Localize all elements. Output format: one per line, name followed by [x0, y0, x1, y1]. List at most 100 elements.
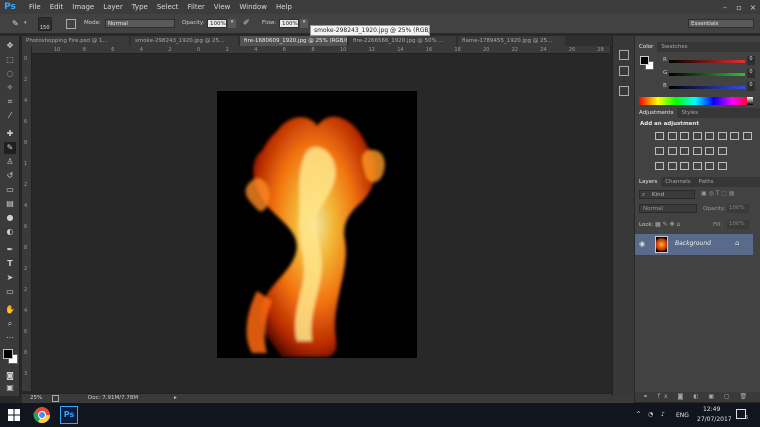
adjustment-icon[interactable] — [667, 147, 677, 155]
color-slider-b[interactable]: B 0 — [639, 82, 755, 91]
horizontal-ruler[interactable]: 10 8 6 4 2 0 2 4 6 8 10 12 14 16 18 20 22 24 26 28 — [32, 46, 610, 54]
tab-paths[interactable]: Paths — [695, 177, 718, 187]
adjustment-icon[interactable] — [705, 147, 714, 155]
language-indicator[interactable]: ENG — [676, 412, 689, 419]
menu-view[interactable]: View — [214, 3, 231, 11]
menu-image[interactable]: Image — [72, 3, 94, 11]
menu-window[interactable]: Window — [239, 3, 267, 11]
close-icon[interactable]: × — [746, 3, 760, 12]
history-brush-tool-icon[interactable]: ↺ — [4, 170, 16, 182]
marquee-tool-icon[interactable]: ⬚ — [4, 54, 16, 66]
blend-mode-select[interactable]: Normal — [639, 204, 697, 213]
slider-track[interactable] — [669, 86, 745, 89]
adjustment-icon[interactable] — [717, 162, 727, 170]
layer-opacity-input[interactable]: 100% — [727, 204, 749, 213]
tab-channels[interactable]: Channels — [661, 177, 694, 187]
slider-track[interactable] — [669, 73, 745, 76]
adjustment-icon[interactable] — [717, 147, 727, 155]
adjustment-icon[interactable] — [692, 147, 702, 155]
eraser-tool-icon[interactable]: ▭ — [4, 184, 16, 196]
color-slider-r[interactable]: R 0 — [639, 56, 755, 65]
hand-tool-icon[interactable]: ✋ — [4, 304, 16, 316]
brush-tool-icon[interactable]: ✎ — [12, 19, 19, 28]
layer-filter-kind[interactable]: ⌕ Kind — [639, 190, 695, 199]
crop-tool-icon[interactable]: ⌗ — [4, 96, 16, 108]
tab-swatches[interactable]: Swatches — [657, 42, 691, 52]
fg-color-chip[interactable] — [640, 56, 649, 65]
dodge-tool-icon[interactable]: ◐ — [4, 226, 16, 238]
tab-styles[interactable]: Styles — [677, 108, 702, 118]
adjustment-icon[interactable] — [667, 132, 677, 140]
lock-icons[interactable]: ▦ ✎ ✥ ⌂ — [655, 221, 680, 228]
zoom-tool-icon[interactable]: ⌕ — [4, 318, 16, 330]
menu-help[interactable]: Help — [276, 3, 292, 11]
maximize-icon[interactable]: ▫ — [732, 3, 746, 12]
blur-tool-icon[interactable]: ● — [4, 212, 16, 224]
minimize-icon[interactable]: – — [718, 3, 732, 12]
color-slider-g[interactable]: G 0 — [639, 69, 755, 78]
brush-panel-icon[interactable] — [66, 19, 76, 29]
pen-tool-icon[interactable]: ✒ — [4, 244, 16, 256]
opacity-input[interactable]: 100% — [207, 19, 227, 28]
menu-type[interactable]: Type — [132, 3, 148, 11]
tray-chevron-icon[interactable]: ^ — [636, 411, 641, 418]
tab-fire-2266566[interactable]: fire-2266566_1920.jpg @ 50% ... — [349, 36, 456, 46]
tab-color[interactable]: Color — [635, 42, 658, 52]
spectrum-bw[interactable] — [747, 97, 753, 105]
pressure-opacity-icon[interactable]: ✐ — [243, 18, 253, 29]
menu-file[interactable]: File — [29, 3, 41, 11]
adjustment-icon[interactable] — [705, 162, 714, 170]
adjustment-icon[interactable] — [717, 132, 727, 140]
menu-layer[interactable]: Layer — [103, 3, 123, 11]
tab-fire-1680609[interactable]: fire-1680609_1920.jpg @ 25% (RGB/8#) — [240, 36, 347, 46]
type-tool-icon[interactable]: T — [4, 258, 16, 270]
adjustment-icon[interactable] — [655, 132, 664, 140]
zoom-level[interactable]: 25% — [30, 394, 42, 403]
info-panel-icon[interactable] — [619, 86, 629, 96]
screen-mode-icon[interactable]: ▣ — [4, 382, 16, 394]
slider-track[interactable] — [669, 60, 745, 63]
chrome-icon[interactable] — [33, 406, 51, 424]
adjustment-icon[interactable] — [705, 132, 714, 140]
mode-select[interactable]: Normal — [105, 19, 175, 28]
clone-stamp-tool-icon[interactable]: ♙ — [4, 156, 16, 168]
dots-icon[interactable]: ⋯ — [4, 332, 16, 344]
healing-brush-tool-icon[interactable]: ✚ — [4, 128, 16, 140]
layer-name[interactable]: Background — [675, 240, 711, 247]
tab-smoke[interactable]: smoke-298243_1920.jpg @ 25... — [131, 36, 238, 46]
adjustment-icon[interactable] — [680, 147, 689, 155]
history-panel-icon[interactable] — [619, 50, 629, 60]
brush-tool-icon[interactable]: ✎ — [4, 142, 16, 154]
lasso-tool-icon[interactable]: ◌ — [4, 68, 16, 80]
gradient-tool-icon[interactable]: ▤ — [4, 198, 16, 210]
fill-input[interactable]: 100% — [727, 220, 749, 229]
chevron-right-icon[interactable]: ▸ — [174, 394, 177, 403]
tab-layers[interactable]: Layers — [635, 177, 662, 187]
menu-filter[interactable]: Filter — [187, 3, 204, 11]
chevron-down-icon[interactable]: ▾ — [24, 20, 27, 26]
windows-start-icon[interactable] — [8, 409, 20, 421]
adjustment-icon[interactable] — [680, 132, 689, 140]
flow-input[interactable]: 100% — [279, 19, 299, 28]
network-icon[interactable]: ◔ — [648, 411, 653, 418]
tab-flame[interactable]: flame-1789455_1920.jpg @ 25... — [458, 36, 565, 46]
tab-photoshopping-fire[interactable]: Photoshopping Fire.psd @ 1... — [22, 36, 129, 46]
quick-select-tool-icon[interactable]: ✧ — [4, 82, 16, 94]
clock-time[interactable]: 12:49 — [703, 406, 720, 413]
chevron-down-icon[interactable]: ▾ — [300, 19, 308, 28]
status-info-icon[interactable] — [52, 395, 59, 402]
path-select-tool-icon[interactable]: ➤ — [4, 272, 16, 284]
quick-mask-icon[interactable]: ◙ — [4, 370, 16, 382]
layer-footer-icons[interactable]: ⚭ fx ◙ ◐ ▣ ▢ 🗑 — [643, 393, 751, 400]
move-tool-icon[interactable]: ✥ — [4, 40, 16, 52]
properties-panel-icon[interactable] — [619, 66, 629, 76]
foreground-color-swatch[interactable] — [3, 349, 13, 359]
adjustment-icon[interactable] — [692, 162, 702, 170]
adjustment-icon[interactable] — [730, 132, 739, 140]
filter-icons[interactable]: ▣ ◎ T ⬚ ▤ — [701, 190, 735, 197]
vertical-ruler[interactable]: 0 2 4 6 8 1 2 4 6 8 2 2 4 6 8 3 — [22, 46, 32, 391]
eyedropper-tool-icon[interactable]: ⁄ — [4, 110, 16, 122]
adjustment-icon[interactable] — [667, 162, 677, 170]
workspace-select[interactable]: Essentials — [688, 19, 754, 28]
eye-icon[interactable]: ◉ — [639, 240, 645, 248]
